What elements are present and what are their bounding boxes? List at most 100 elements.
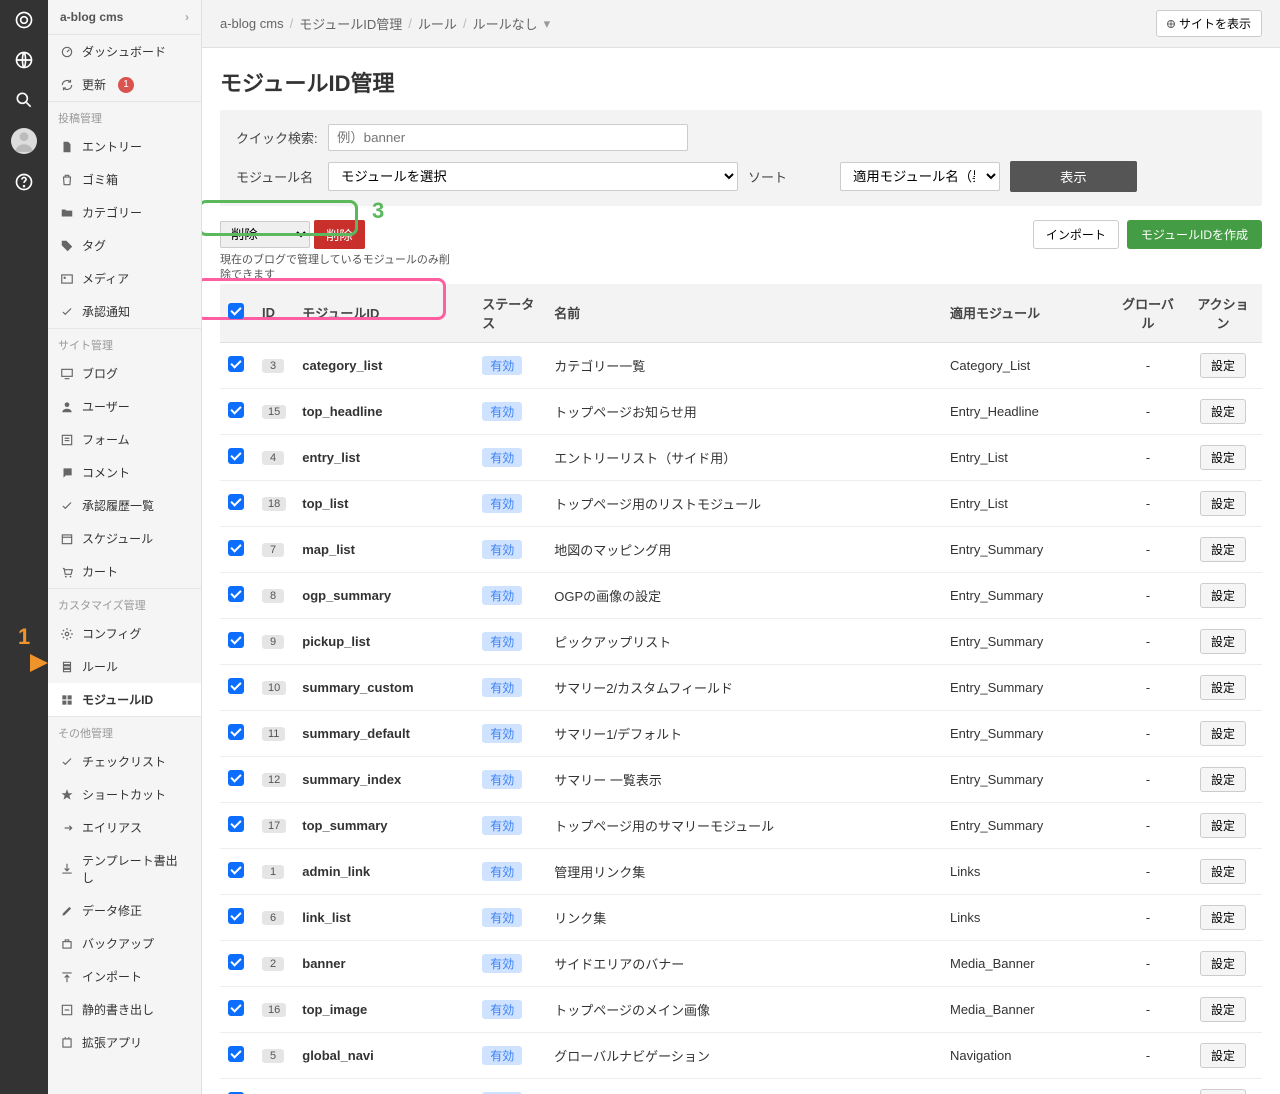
row-module-id[interactable]: ogp_summary	[302, 588, 391, 603]
row-checkbox[interactable]	[228, 494, 244, 510]
config-button[interactable]: 設定	[1200, 813, 1246, 838]
sidebar-item-comment[interactable]: コメント	[48, 456, 201, 489]
sidebar-item-star[interactable]: ショートカット	[48, 778, 201, 811]
row-checkbox[interactable]	[228, 1000, 244, 1016]
row-module-id[interactable]: summary_custom	[302, 680, 413, 695]
sidebar-item-tag[interactable]: タグ	[48, 229, 201, 262]
row-checkbox[interactable]	[228, 402, 244, 418]
row-checkbox[interactable]	[228, 724, 244, 740]
row-checkbox[interactable]	[228, 448, 244, 464]
sidebar-item-backup[interactable]: バックアップ	[48, 927, 201, 960]
sidebar-item-import[interactable]: インポート	[48, 960, 201, 993]
delete-button[interactable]: 削除	[314, 220, 365, 249]
config-button[interactable]: 設定	[1200, 445, 1246, 470]
row-module-id[interactable]: pickup_list	[302, 634, 370, 649]
sidebar-item-file[interactable]: エントリー	[48, 130, 201, 163]
help-icon[interactable]	[12, 170, 36, 194]
config-button[interactable]: 設定	[1200, 997, 1246, 1022]
sort-select[interactable]: 適用モジュール名（昇順）	[840, 162, 1000, 191]
row-module-id[interactable]: map_list	[302, 542, 355, 557]
row-module-id[interactable]: summary_index	[302, 772, 401, 787]
breadcrumb-link[interactable]: モジュールID管理	[299, 14, 402, 33]
config-button[interactable]: 設定	[1200, 675, 1246, 700]
create-module-id-button[interactable]: モジュールIDを作成	[1127, 220, 1262, 249]
row-module-id[interactable]: top_summary	[302, 818, 387, 833]
show-button[interactable]: 表示	[1010, 161, 1137, 192]
row-module-id[interactable]: banner	[302, 956, 345, 971]
row-checkbox[interactable]	[228, 540, 244, 556]
row-checkbox[interactable]	[228, 770, 244, 786]
globe-icon[interactable]	[12, 48, 36, 72]
sidebar-item-media[interactable]: メディア	[48, 262, 201, 295]
sidebar-item-dashboard[interactable]: ダッシュボード	[48, 35, 201, 68]
row-checkbox[interactable]	[228, 586, 244, 602]
sidebar-item-module[interactable]: モジュールID	[48, 683, 201, 716]
row-checkbox[interactable]	[228, 862, 244, 878]
sidebar-item-check[interactable]: 承認履歴一覧	[48, 489, 201, 522]
sidebar-item-alias[interactable]: エイリアス	[48, 811, 201, 844]
breadcrumb-link[interactable]: a-blog cms	[220, 16, 284, 31]
quick-search-input[interactable]	[328, 124, 688, 151]
breadcrumb-link[interactable]: ルールなし	[473, 14, 538, 33]
select-all-checkbox[interactable]	[228, 303, 244, 319]
row-module-id[interactable]: top_image	[302, 1002, 367, 1017]
sidebar-item-pencil[interactable]: データ修正	[48, 894, 201, 927]
avatar[interactable]	[11, 128, 37, 154]
sidebar-item-user[interactable]: ユーザー	[48, 390, 201, 423]
row-name: OGPの画像の設定	[546, 572, 942, 618]
sidebar-item-check[interactable]: チェックリスト	[48, 745, 201, 778]
row-checkbox[interactable]	[228, 816, 244, 832]
row-module-id[interactable]: global_navi	[302, 1048, 374, 1063]
row-module-id[interactable]: summary_default	[302, 726, 410, 741]
logo-icon[interactable]	[12, 8, 36, 32]
config-button[interactable]: 設定	[1200, 721, 1246, 746]
config-button[interactable]: 設定	[1200, 537, 1246, 562]
config-button[interactable]: 設定	[1200, 399, 1246, 424]
row-module-id[interactable]: admin_link	[302, 864, 370, 879]
config-button[interactable]: 設定	[1200, 767, 1246, 792]
config-button[interactable]: 設定	[1200, 905, 1246, 930]
config-button[interactable]: 設定	[1200, 1089, 1246, 1094]
row-module-id[interactable]: link_list	[302, 910, 350, 925]
config-button[interactable]: 設定	[1200, 1043, 1246, 1068]
config-button[interactable]: 設定	[1200, 859, 1246, 884]
brand[interactable]: a-blog cms›	[48, 0, 201, 35]
row-module-id[interactable]: top_headline	[302, 404, 382, 419]
module-select[interactable]: モジュールを選択	[328, 162, 738, 191]
row-checkbox[interactable]	[228, 632, 244, 648]
config-button[interactable]: 設定	[1200, 491, 1246, 516]
sidebar-item-folder[interactable]: カテゴリー	[48, 196, 201, 229]
config-button[interactable]: 設定	[1200, 353, 1246, 378]
sidebar-item-check[interactable]: 承認通知	[48, 295, 201, 328]
sidebar-item-cart[interactable]: カート	[48, 555, 201, 588]
row-module-id[interactable]: entry_list	[302, 450, 360, 465]
row-checkbox[interactable]	[228, 954, 244, 970]
folder-icon	[60, 206, 74, 220]
sidebar-item-rule[interactable]: ルール	[48, 650, 201, 683]
chevron-down-icon[interactable]: ▾	[544, 16, 551, 32]
sidebar-item-trash[interactable]: ゴミ箱	[48, 163, 201, 196]
config-button[interactable]: 設定	[1200, 629, 1246, 654]
sidebar-item-form[interactable]: フォーム	[48, 423, 201, 456]
bulk-action-select[interactable]: 削除	[220, 221, 310, 248]
sidebar-item-gear[interactable]: コンフィグ	[48, 617, 201, 650]
import-button[interactable]: インポート	[1033, 220, 1119, 249]
sidebar-item-monitor[interactable]: ブログ	[48, 357, 201, 390]
row-module-id[interactable]: category_list	[302, 358, 382, 373]
view-site-button[interactable]: サイトを表示	[1156, 10, 1262, 37]
sidebar-item-calendar[interactable]: スケジュール	[48, 522, 201, 555]
sidebar-item-refresh[interactable]: 更新1	[48, 68, 201, 101]
sidebar-item-static[interactable]: 静的書き出し	[48, 993, 201, 1026]
sidebar-item-plugin[interactable]: 拡張アプリ	[48, 1026, 201, 1059]
row-module-id[interactable]: top_list	[302, 496, 348, 511]
config-button[interactable]: 設定	[1200, 583, 1246, 608]
row-checkbox[interactable]	[228, 678, 244, 694]
page-title: モジュールID管理	[202, 48, 1280, 110]
search-icon[interactable]	[12, 88, 36, 112]
row-checkbox[interactable]	[228, 1046, 244, 1062]
row-checkbox[interactable]	[228, 908, 244, 924]
config-button[interactable]: 設定	[1200, 951, 1246, 976]
breadcrumb-link[interactable]: ルール	[418, 14, 457, 33]
sidebar-item-export[interactable]: テンプレート書出し	[48, 844, 201, 894]
row-checkbox[interactable]	[228, 356, 244, 372]
